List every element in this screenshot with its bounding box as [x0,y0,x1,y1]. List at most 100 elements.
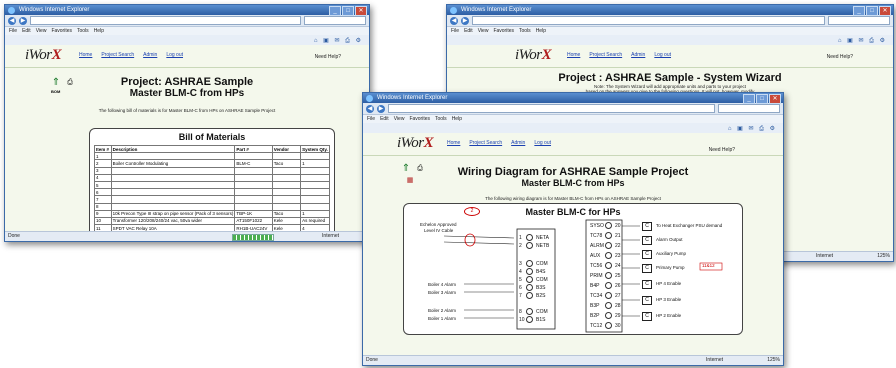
terminal-screw-icon [605,322,612,329]
back-icon[interactable]: ◀ [450,16,458,25]
terminal-number: 2 [519,242,522,249]
nav-home[interactable]: Home [567,52,580,58]
back-icon[interactable]: ◀ [366,104,374,113]
need-help-link[interactable]: Need Help? [827,54,853,60]
nav-logout[interactable]: Log out [534,140,551,146]
wiring-page: ⇑ ⎙ ▦ Wiring Diagram for ASHRAE Sample P… [363,156,783,202]
menu-tools[interactable]: Tools [519,27,531,35]
table-cell: As required [300,216,330,226]
menu-view[interactable]: View [36,27,47,35]
browser-window-bom: Windows Internet Explorer _ □ ✕ ◀ ▶ File… [4,4,370,242]
nav-admin[interactable]: Admin [511,140,525,146]
close-button[interactable]: ✕ [769,94,781,104]
nav-admin[interactable]: Admin [631,52,645,58]
table-cell: 3 [94,166,112,175]
status-zoom[interactable]: 125% [767,356,780,365]
menu-edit[interactable]: Edit [464,27,473,35]
toolbar-icons[interactable]: ⌂ ▣ ✉ ⎙ ⚙ [728,125,777,133]
menu-edit[interactable]: Edit [380,115,389,123]
need-help-link[interactable]: Need Help? [709,147,735,153]
browser-window-wiring: Windows Internet Explorer _ □ ✕ ◀ ▶ File… [362,92,784,366]
diagram-icon[interactable]: ▦ [405,176,415,186]
menu-bar: File Edit View Favorites Tools Help [447,27,893,35]
up-arrow-icon[interactable]: ⇑ [51,78,61,88]
up-arrow-icon[interactable]: ⇑ [401,164,411,174]
menu-favorites[interactable]: Favorites [51,27,72,35]
title-bar: Windows Internet Explorer _ □ ✕ [363,93,783,104]
menu-file[interactable]: File [367,115,375,123]
iworx-logo: iWorX [515,47,552,63]
table-cell [300,173,330,182]
minimize-button[interactable]: _ [329,6,341,16]
maximize-button[interactable]: □ [866,6,878,16]
left-terminal: 4 B4S [519,268,545,275]
maximize-button[interactable]: □ [756,94,768,104]
terminal-screw-icon [605,282,612,289]
table-cell [271,202,302,211]
forward-icon[interactable]: ▶ [461,16,469,25]
table-row: 9 10k Precon Type III strap on pipe senso… [94,209,330,218]
table-row: 4 [94,173,330,182]
search-input[interactable] [718,104,780,113]
terminal-number: 8 [519,308,522,315]
minimize-button[interactable]: _ [743,94,755,104]
nav-project-search[interactable]: Project Search [589,52,622,58]
forward-icon[interactable]: ▶ [19,16,27,25]
table-row: 8 [94,202,330,211]
back-icon[interactable]: ◀ [8,16,16,25]
status-zoom[interactable]: 125% [877,252,890,261]
menu-favorites[interactable]: Favorites [409,115,430,123]
nav-project-search[interactable]: Project Search [469,140,502,146]
terminal-number: 6 [519,284,522,291]
address-input[interactable] [30,16,301,25]
toolbar-icons[interactable]: ⌂ ▣ ✉ ⎙ ⚙ [838,37,887,45]
search-input[interactable] [828,16,890,25]
nav-home[interactable]: Home [79,52,92,58]
printer-icon[interactable]: ⎙ [415,164,425,174]
nav-logout[interactable]: Log out [654,52,671,58]
table-cell [271,173,302,182]
wiring-intro: The following wiring diagram is for Mast… [485,196,661,201]
table-cell [110,166,236,175]
table-cell: 1 [94,152,112,161]
terminal-number: 5 [519,276,522,283]
table-cell: AT150F1022 [234,216,273,226]
address-bar-row: ◀ ▶ [5,15,369,27]
menu-file[interactable]: File [9,27,17,35]
menu-favorites[interactable]: Favorites [493,27,514,35]
menu-view[interactable]: View [394,115,405,123]
maximize-button[interactable]: □ [342,6,354,16]
minimize-button[interactable]: _ [853,6,865,16]
menu-file[interactable]: File [451,27,459,35]
terminal-number: 23 [615,252,621,259]
menu-help[interactable]: Help [94,27,104,35]
nav-home[interactable]: Home [447,140,460,146]
search-input[interactable] [304,16,366,25]
menu-tools[interactable]: Tools [77,27,89,35]
address-input[interactable] [472,16,825,25]
iworx-logo: iWorX [25,47,62,63]
menu-help[interactable]: Help [536,27,546,35]
forward-icon[interactable]: ▶ [377,104,385,113]
left-terminal: 10 B1S [519,316,545,323]
status-bar: Done Internet [5,231,369,241]
menu-tools[interactable]: Tools [435,115,447,123]
close-button[interactable]: ✕ [879,6,891,16]
table-cell [234,152,273,161]
nav-admin[interactable]: Admin [143,52,157,58]
table-cell [300,180,330,190]
terminal-number: 10 [519,316,525,323]
menu-edit[interactable]: Edit [22,27,31,35]
address-input[interactable] [388,104,715,113]
menu-bar: File Edit View Favorites Tools Help [5,27,369,35]
nav-logout[interactable]: Log out [166,52,183,58]
menu-help[interactable]: Help [452,115,462,123]
toolbar-icons[interactable]: ⌂ ▣ ✉ ⎙ ⚙ [314,37,363,45]
terminal-screw-icon [526,242,533,249]
menu-view[interactable]: View [478,27,489,35]
nav-project-search[interactable]: Project Search [101,52,134,58]
close-button[interactable]: ✕ [355,6,367,16]
table-cell [300,152,330,161]
need-help-link[interactable]: Need Help? [315,54,341,60]
printer-icon[interactable]: ⎙ [65,78,75,88]
